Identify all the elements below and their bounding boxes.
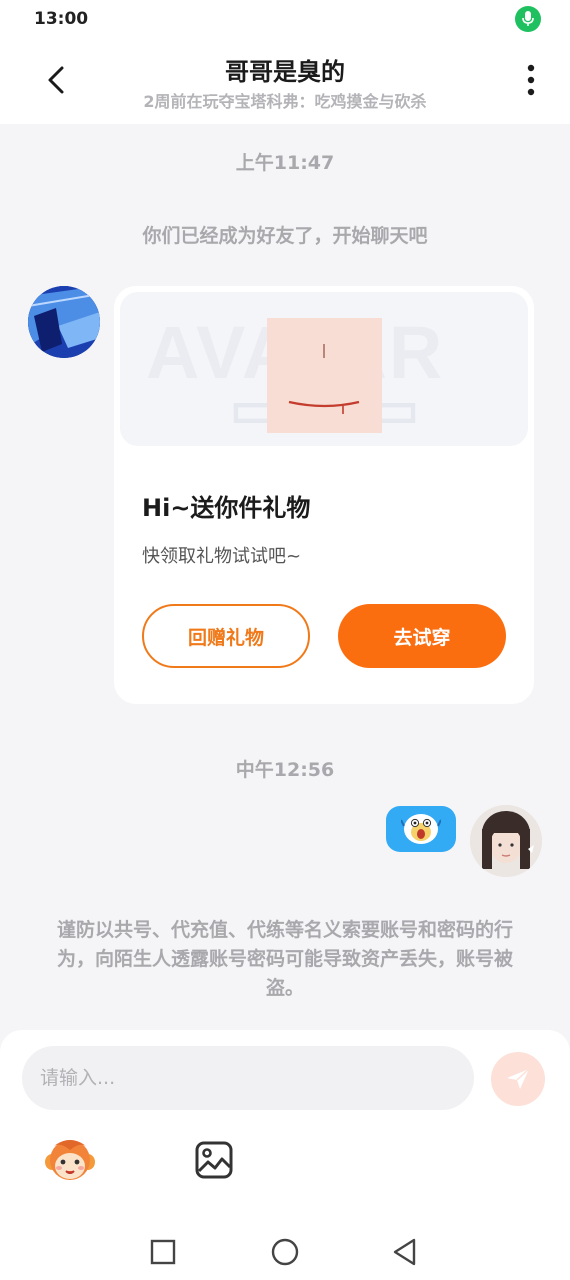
return-gift-button[interactable]: 回赠礼物 [142,604,310,668]
gift-card-description: 快领取礼物试试吧~ [142,546,302,567]
chat-subtitle: 2周前在玩夺宝塔科弗：吃鸡摸金与砍杀 [143,92,427,111]
chat-title: 哥哥是臭的 [225,58,345,86]
circle-icon [271,1238,299,1266]
my-avatar[interactable] [470,805,542,877]
more-vertical-icon [527,64,535,96]
status-time: 13:00 [34,9,89,29]
timestamp: 中午12:56 [235,759,335,781]
sticker-button[interactable] [42,1132,98,1188]
chat-header: 哥哥是臭的 2周前在玩夺宝塔科弗：吃鸡摸金与砍杀 [0,38,570,124]
square-icon [150,1239,176,1265]
system-nav-bar [0,1222,570,1280]
gift-card-title: Hi~送你件礼物 [142,494,311,522]
image-icon [195,1141,233,1179]
triangle-back-icon [393,1238,416,1266]
send-icon [507,1068,530,1089]
home-button[interactable] [263,1230,307,1274]
system-message: 你们已经成为好友了，开始聊天吧 [142,225,428,247]
sent-message-bubble[interactable] [386,806,456,852]
gift-item-image [267,318,382,433]
sticker-emoji-icon [401,814,441,844]
image-button[interactable] [186,1132,242,1188]
recent-apps-button[interactable] [141,1230,185,1274]
gift-banner: AVATAR ▭▭▭▭ [120,292,528,446]
send-button[interactable] [491,1052,545,1106]
microphone-icon [515,6,541,32]
nav-back-button[interactable] [383,1230,427,1274]
monkey-sticker-icon [45,1140,95,1180]
gift-card: AVATAR ▭▭▭▭ Hi~送你件礼物 快领取礼物试试吧~ 回赠礼物 去试穿 [114,286,534,704]
more-options-button[interactable] [512,60,550,100]
input-panel [0,1030,570,1222]
timestamp: 上午11:47 [235,152,335,174]
friend-avatar[interactable] [28,286,100,358]
try-on-button[interactable]: 去试穿 [338,604,506,668]
security-warning: 谨防以共号、代充值、代练等名义索要账号和密码的行为，向陌生人透露账号密码可能导致… [56,919,513,999]
status-bar: 13:00 [0,0,570,38]
message-input[interactable] [22,1046,474,1110]
